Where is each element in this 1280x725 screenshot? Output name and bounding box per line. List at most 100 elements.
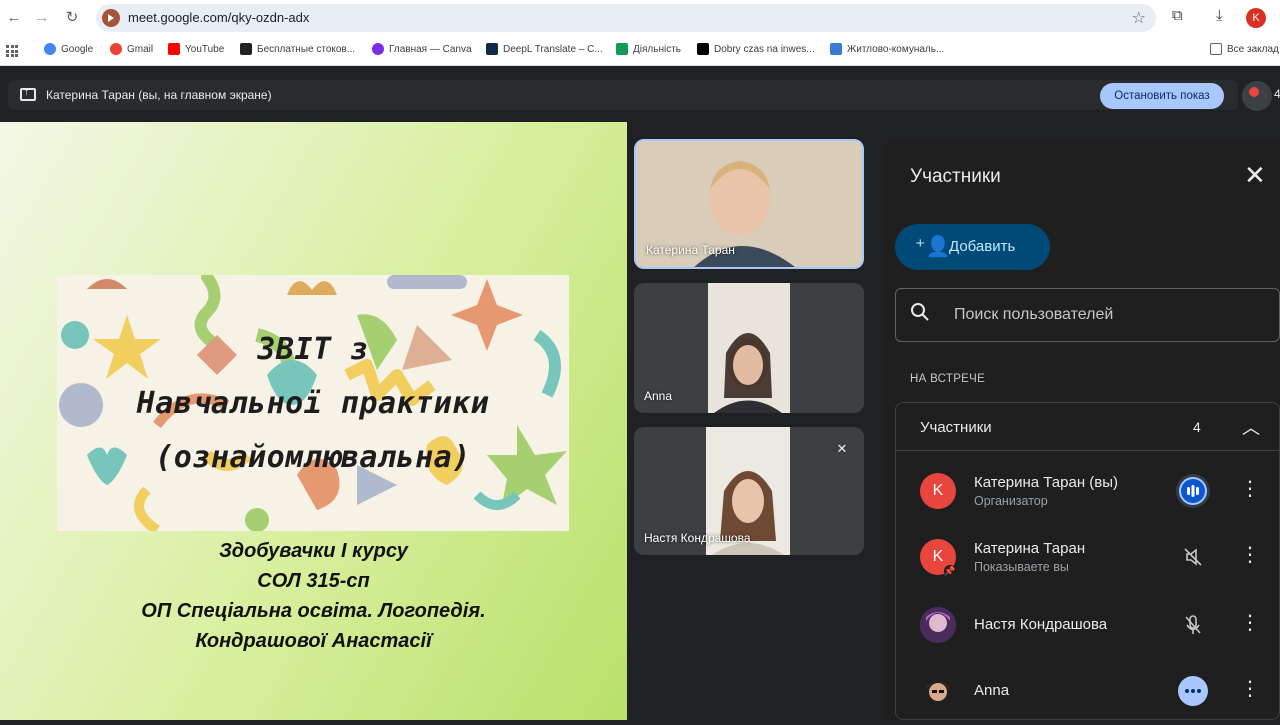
participant-row[interactable]: Настя Кондрашова ⋮	[896, 591, 1280, 659]
bookmark-label: YouTube	[185, 43, 225, 55]
bookmark-label: Главная — Canva	[389, 43, 472, 55]
bookmark-youtube[interactable]: YouTube	[168, 43, 224, 55]
reload-icon[interactable]: ↻	[62, 8, 82, 28]
activity-icon	[616, 43, 628, 55]
participant-role: Показываете вы	[974, 560, 1069, 574]
bookmark-gmail[interactable]: Gmail	[110, 43, 153, 55]
slide-subtitle: Здобувачки І курсу СОЛ 315-сп ОП Спеціал…	[0, 536, 627, 656]
participant-name: Катерина Таран (вы)	[974, 474, 1119, 491]
group-title: Участники	[920, 419, 992, 436]
slide-title: ЗВІТ з Навчальної практики (ознайомлювал…	[57, 275, 569, 531]
speaking-indicator-icon	[1176, 474, 1210, 508]
section-label: НА ВСТРЕЧЕ	[910, 373, 986, 385]
extensions-icon[interactable]: ⧉	[1172, 7, 1183, 24]
bookmark-label: Бесплатные стоков...	[257, 43, 356, 55]
search-input[interactable]	[954, 303, 1254, 327]
more-options-icon[interactable]: ⋮	[1240, 677, 1260, 701]
mic-off-icon: ✕	[830, 437, 854, 461]
bookmark-google[interactable]: Google	[44, 43, 93, 55]
slide-title-line: Навчальної практики	[136, 386, 490, 421]
bookmark-label: Google	[61, 43, 94, 55]
all-bookmarks[interactable]: Все заклад	[1210, 43, 1279, 55]
reactions-count: 4	[1274, 87, 1280, 101]
meet-site-icon	[102, 9, 120, 27]
bookmark-star-icon[interactable]: ☆	[1132, 8, 1146, 28]
add-people-button[interactable]: ⁺👤 Добавить	[895, 224, 1050, 270]
more-options-icon[interactable]: ⋮	[1240, 543, 1260, 567]
apps-grid-icon[interactable]	[6, 45, 18, 57]
participants-group-header[interactable]: Участники 4 ︿	[896, 403, 1280, 451]
more-options-icon[interactable]: ⋮	[1240, 611, 1260, 635]
mic-off-icon	[1176, 608, 1210, 642]
google-icon	[44, 43, 56, 55]
present-screen-icon	[20, 87, 36, 101]
browser-toolbar: ← → ↻ meet.google.com/qky-ozdn-adx ☆ ⧉ ⤓…	[0, 0, 1280, 36]
slide-title-line: ЗВІТ з	[257, 332, 369, 367]
avatar	[920, 607, 956, 643]
bookmark-deepl[interactable]: DeepL Translate – С...	[486, 43, 603, 55]
search-icon	[911, 303, 929, 321]
subtitle-line: Кондрашової Анастасії	[195, 630, 432, 652]
chevron-up-icon[interactable]: ︿	[1242, 414, 1260, 440]
deepl-icon	[486, 43, 498, 55]
search-people[interactable]	[895, 288, 1280, 342]
download-icon[interactable]: ⤓	[1216, 7, 1223, 24]
video-tile-anna[interactable]: Anna	[634, 283, 864, 413]
youtube-icon	[168, 43, 180, 55]
bookmark-dobry[interactable]: Dobry czas na inwes...	[697, 43, 815, 55]
forward-icon[interactable]: →	[32, 8, 52, 28]
document-icon	[830, 43, 842, 55]
participants-panel: Участники ✕ ⁺👤 Добавить НА ВСТРЕЧЕ Участ…	[882, 140, 1280, 720]
bookmark-canva[interactable]: Главная — Canva	[372, 43, 472, 55]
close-icon[interactable]: ✕	[1244, 160, 1266, 190]
participant-row[interactable]: Anna ⋮	[896, 657, 1280, 725]
avatar: K	[920, 473, 956, 509]
participant-name: Настя Кондрашова	[974, 616, 1108, 633]
subtitle-line: СОЛ 315-сп	[257, 570, 370, 592]
bookmark-housing[interactable]: Житлово-комуналь...	[830, 43, 944, 55]
tile-name: Катерина Таран	[646, 243, 735, 257]
avatar	[920, 673, 956, 709]
add-button-label: Добавить	[949, 238, 1016, 255]
participant-row[interactable]: K 📌 Катерина Таран Показываете вы ⋮	[896, 523, 1280, 591]
url-text[interactable]: meet.google.com/qky-ozdn-adx	[128, 10, 309, 25]
add-person-icon: ⁺👤	[915, 236, 951, 258]
bookmarks-bar: Google Gmail YouTube Бесплатные стоков..…	[0, 36, 1280, 66]
reaction-icon	[1249, 87, 1259, 97]
panel-title: Участники	[910, 166, 1001, 187]
presenting-banner: Катерина Таран (вы, на главном экране)	[8, 80, 1238, 110]
bookmark-label: Dobry czas na inwes...	[714, 43, 815, 55]
reactions-badge[interactable]	[1242, 81, 1272, 111]
bookmark-activity[interactable]: Діяльність	[616, 43, 681, 55]
folder-icon	[1210, 43, 1222, 55]
pin-icon: 📌	[944, 565, 956, 577]
stock-icon	[240, 43, 252, 55]
participant-role: Организатор	[974, 494, 1048, 508]
profile-avatar[interactable]: K	[1246, 8, 1266, 28]
group-count: 4	[1193, 419, 1201, 435]
participant-name: Катерина Таран	[974, 540, 1086, 557]
more-indicator-icon	[1178, 676, 1208, 706]
participants-group: Участники 4 ︿ K Катерина Таран (вы) Орга…	[895, 402, 1280, 720]
mail-icon	[697, 43, 709, 55]
video-tile-nastia[interactable]: ✕ Настя Кондрашова	[634, 427, 864, 555]
bookmark-label: DeepL Translate – С...	[503, 43, 603, 55]
bookmark-stock[interactable]: Бесплатные стоков...	[240, 43, 355, 55]
bookmark-label: Діяльність	[633, 43, 681, 55]
tile-name: Anna	[644, 389, 673, 403]
bookmark-label: Житлово-комуналь...	[847, 43, 945, 55]
canva-icon	[372, 43, 384, 55]
gmail-icon	[110, 43, 122, 55]
participant-name: Anna	[974, 682, 1010, 699]
bookmark-label: Gmail	[127, 43, 154, 55]
subtitle-line: Здобувачки І курсу	[219, 540, 408, 562]
meet-presenting-bar: Катерина Таран (вы, на главном экране) О…	[0, 67, 1280, 122]
address-bar[interactable]: meet.google.com/qky-ozdn-adx ☆	[96, 4, 1156, 32]
back-icon[interactable]: ←	[4, 8, 24, 28]
more-options-icon[interactable]: ⋮	[1240, 477, 1260, 501]
participant-row[interactable]: K Катерина Таран (вы) Организатор ⋮	[896, 457, 1280, 525]
video-tile-katerina[interactable]: Катерина Таран	[634, 139, 864, 269]
presenting-text: Катерина Таран (вы, на главном экране)	[46, 88, 272, 102]
audio-muted-icon	[1176, 540, 1210, 574]
stop-presenting-button[interactable]: Остановить показ	[1100, 83, 1224, 109]
